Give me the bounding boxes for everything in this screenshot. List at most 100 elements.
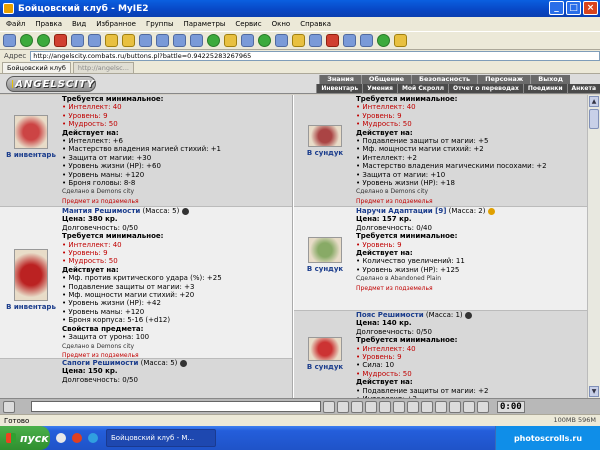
tile-icon[interactable] (360, 34, 373, 47)
edit-icon[interactable] (190, 34, 203, 47)
image-icon[interactable] (309, 34, 322, 47)
users-icon[interactable] (421, 400, 433, 413)
folder-icon[interactable] (224, 34, 237, 47)
inventory-item-card: В инвентарь Мантия Решимости (Масса: 5) Ц… (0, 207, 292, 359)
menu-file[interactable]: Файл (6, 20, 25, 28)
scroll-up-icon[interactable]: ▲ (589, 96, 599, 107)
item-stat-line: • Уровень жизни (HP): +60 (62, 162, 161, 171)
menu-groups[interactable]: Группы (146, 20, 174, 28)
search-chat-icon[interactable] (463, 400, 475, 413)
address-input[interactable] (30, 51, 600, 61)
item-name[interactable]: Наручи Адаптации [9] (356, 207, 446, 215)
menu-edit[interactable]: Правка (35, 20, 62, 28)
send-icon[interactable] (323, 400, 335, 413)
move-to-chest-link[interactable]: В сундук (294, 363, 356, 371)
move-to-inventory-link[interactable]: В инвентарь (0, 151, 62, 159)
item-info-icon[interactable] (464, 311, 472, 319)
item-image[interactable] (308, 237, 342, 263)
item-info-icon[interactable] (181, 207, 189, 215)
quicklaunch-icon-1[interactable] (56, 433, 66, 443)
print-icon[interactable] (173, 34, 186, 47)
tools-icon[interactable] (241, 34, 254, 47)
back-icon[interactable] (20, 34, 33, 47)
scroll-thumb[interactable] (589, 109, 599, 129)
home-icon[interactable] (88, 34, 101, 47)
channels-icon[interactable] (407, 400, 419, 413)
nav-security[interactable]: Безопасность (411, 75, 478, 84)
nav-profile[interactable]: Анкета (566, 84, 600, 93)
inventory-column: В инвентарь Требуется минимальное: • Интел… (0, 95, 293, 398)
quicklaunch-icon-3[interactable] (88, 433, 98, 443)
minimize-button[interactable]: _ (549, 1, 564, 15)
item-stat-line: Предмет из подземелья (62, 197, 139, 205)
chat-mode-icon[interactable] (3, 400, 15, 413)
star-icon[interactable] (394, 34, 407, 47)
forward-icon[interactable] (37, 34, 50, 47)
item-stat-line: Сделано в Demons city (62, 342, 135, 350)
refresh-icon[interactable] (71, 34, 84, 47)
tab-angelscity[interactable]: http://angelsc... (72, 62, 134, 73)
menu-view[interactable]: Вид (72, 20, 86, 28)
scroll-down-icon[interactable]: ▼ (589, 386, 599, 397)
move-to-inventory-link[interactable]: В инвентарь (0, 303, 62, 311)
cascade-icon[interactable] (343, 34, 356, 47)
menu-window[interactable]: Окно (272, 20, 291, 28)
nav-my-scroll[interactable]: Мой Скролл (396, 84, 449, 93)
item-name[interactable]: Мантия Решимости (62, 207, 140, 215)
item-stat-line: • Мф. мощности магии стихий: +2 (356, 145, 484, 154)
chat-input[interactable] (31, 401, 321, 412)
nav-character[interactable]: Персонаж (477, 75, 531, 84)
globe-icon-2[interactable] (258, 34, 271, 47)
move-to-chest-link[interactable]: В сундук (294, 149, 356, 157)
globe-icon[interactable] (207, 34, 220, 47)
close-button[interactable]: × (583, 1, 598, 15)
item-image[interactable] (308, 337, 342, 361)
item-info-icon[interactable] (179, 359, 187, 367)
translit-icon[interactable] (379, 400, 391, 413)
settings-icon[interactable] (477, 400, 489, 413)
content-scrollbar[interactable]: ▲ ▼ (587, 95, 600, 398)
nav-transfers[interactable]: Отчет о переводах (448, 84, 523, 93)
item-stat-line: • Уровень жизни (HP): +18 (356, 179, 455, 188)
refresh-chat-icon[interactable] (435, 400, 447, 413)
filter-icon[interactable] (351, 400, 363, 413)
item-stat-line: • Уровень маны: +120 (62, 170, 145, 179)
menu-help[interactable]: Справка (300, 20, 331, 28)
start-button[interactable]: пуск (0, 426, 50, 450)
sound-icon[interactable] (393, 400, 405, 413)
history-icon[interactable] (139, 34, 152, 47)
item-info-icon[interactable] (487, 207, 495, 215)
menu-options[interactable]: Параметры (184, 20, 226, 28)
nav-knowledge[interactable]: Знания (319, 75, 361, 84)
menu-favorites[interactable]: Избранное (96, 20, 136, 28)
mail-icon[interactable] (156, 34, 169, 47)
search-icon[interactable] (105, 34, 118, 47)
window-icon[interactable] (275, 34, 288, 47)
page-icon[interactable] (3, 34, 16, 47)
stop-icon[interactable] (54, 34, 67, 47)
tab-combats[interactable]: Бойцовский клуб (2, 62, 71, 73)
taskbar-item-browser[interactable]: Бойцовский клуб - M... (106, 429, 216, 447)
clear-icon[interactable] (337, 400, 349, 413)
item-image[interactable] (308, 125, 342, 147)
nav-exit[interactable]: Выход (530, 75, 570, 84)
block-icon[interactable] (326, 34, 339, 47)
smile-icon[interactable] (365, 400, 377, 413)
quicklaunch-icon-2[interactable] (72, 433, 82, 443)
item-image[interactable] (14, 249, 48, 301)
item-image[interactable] (14, 115, 48, 149)
nav-chat[interactable]: Общение (360, 75, 412, 84)
nav-battles[interactable]: Поединки (522, 84, 567, 93)
favorites-icon[interactable] (122, 34, 135, 47)
download-icon[interactable] (292, 34, 305, 47)
item-name[interactable]: Пояс Решимости (356, 311, 424, 319)
scroll-lock-icon[interactable] (449, 400, 461, 413)
item-name[interactable]: Сапоги Решимости (62, 359, 138, 367)
maximize-button[interactable]: □ (566, 1, 581, 15)
nav-skills[interactable]: Умения (362, 84, 397, 93)
menu-tools[interactable]: Сервис (235, 20, 261, 28)
nav-inventory[interactable]: Инвентарь (316, 84, 363, 93)
move-to-chest-link[interactable]: В сундук (294, 265, 356, 273)
globe-icon-3[interactable] (377, 34, 390, 47)
status-memory: 100MB 596M (553, 416, 596, 424)
